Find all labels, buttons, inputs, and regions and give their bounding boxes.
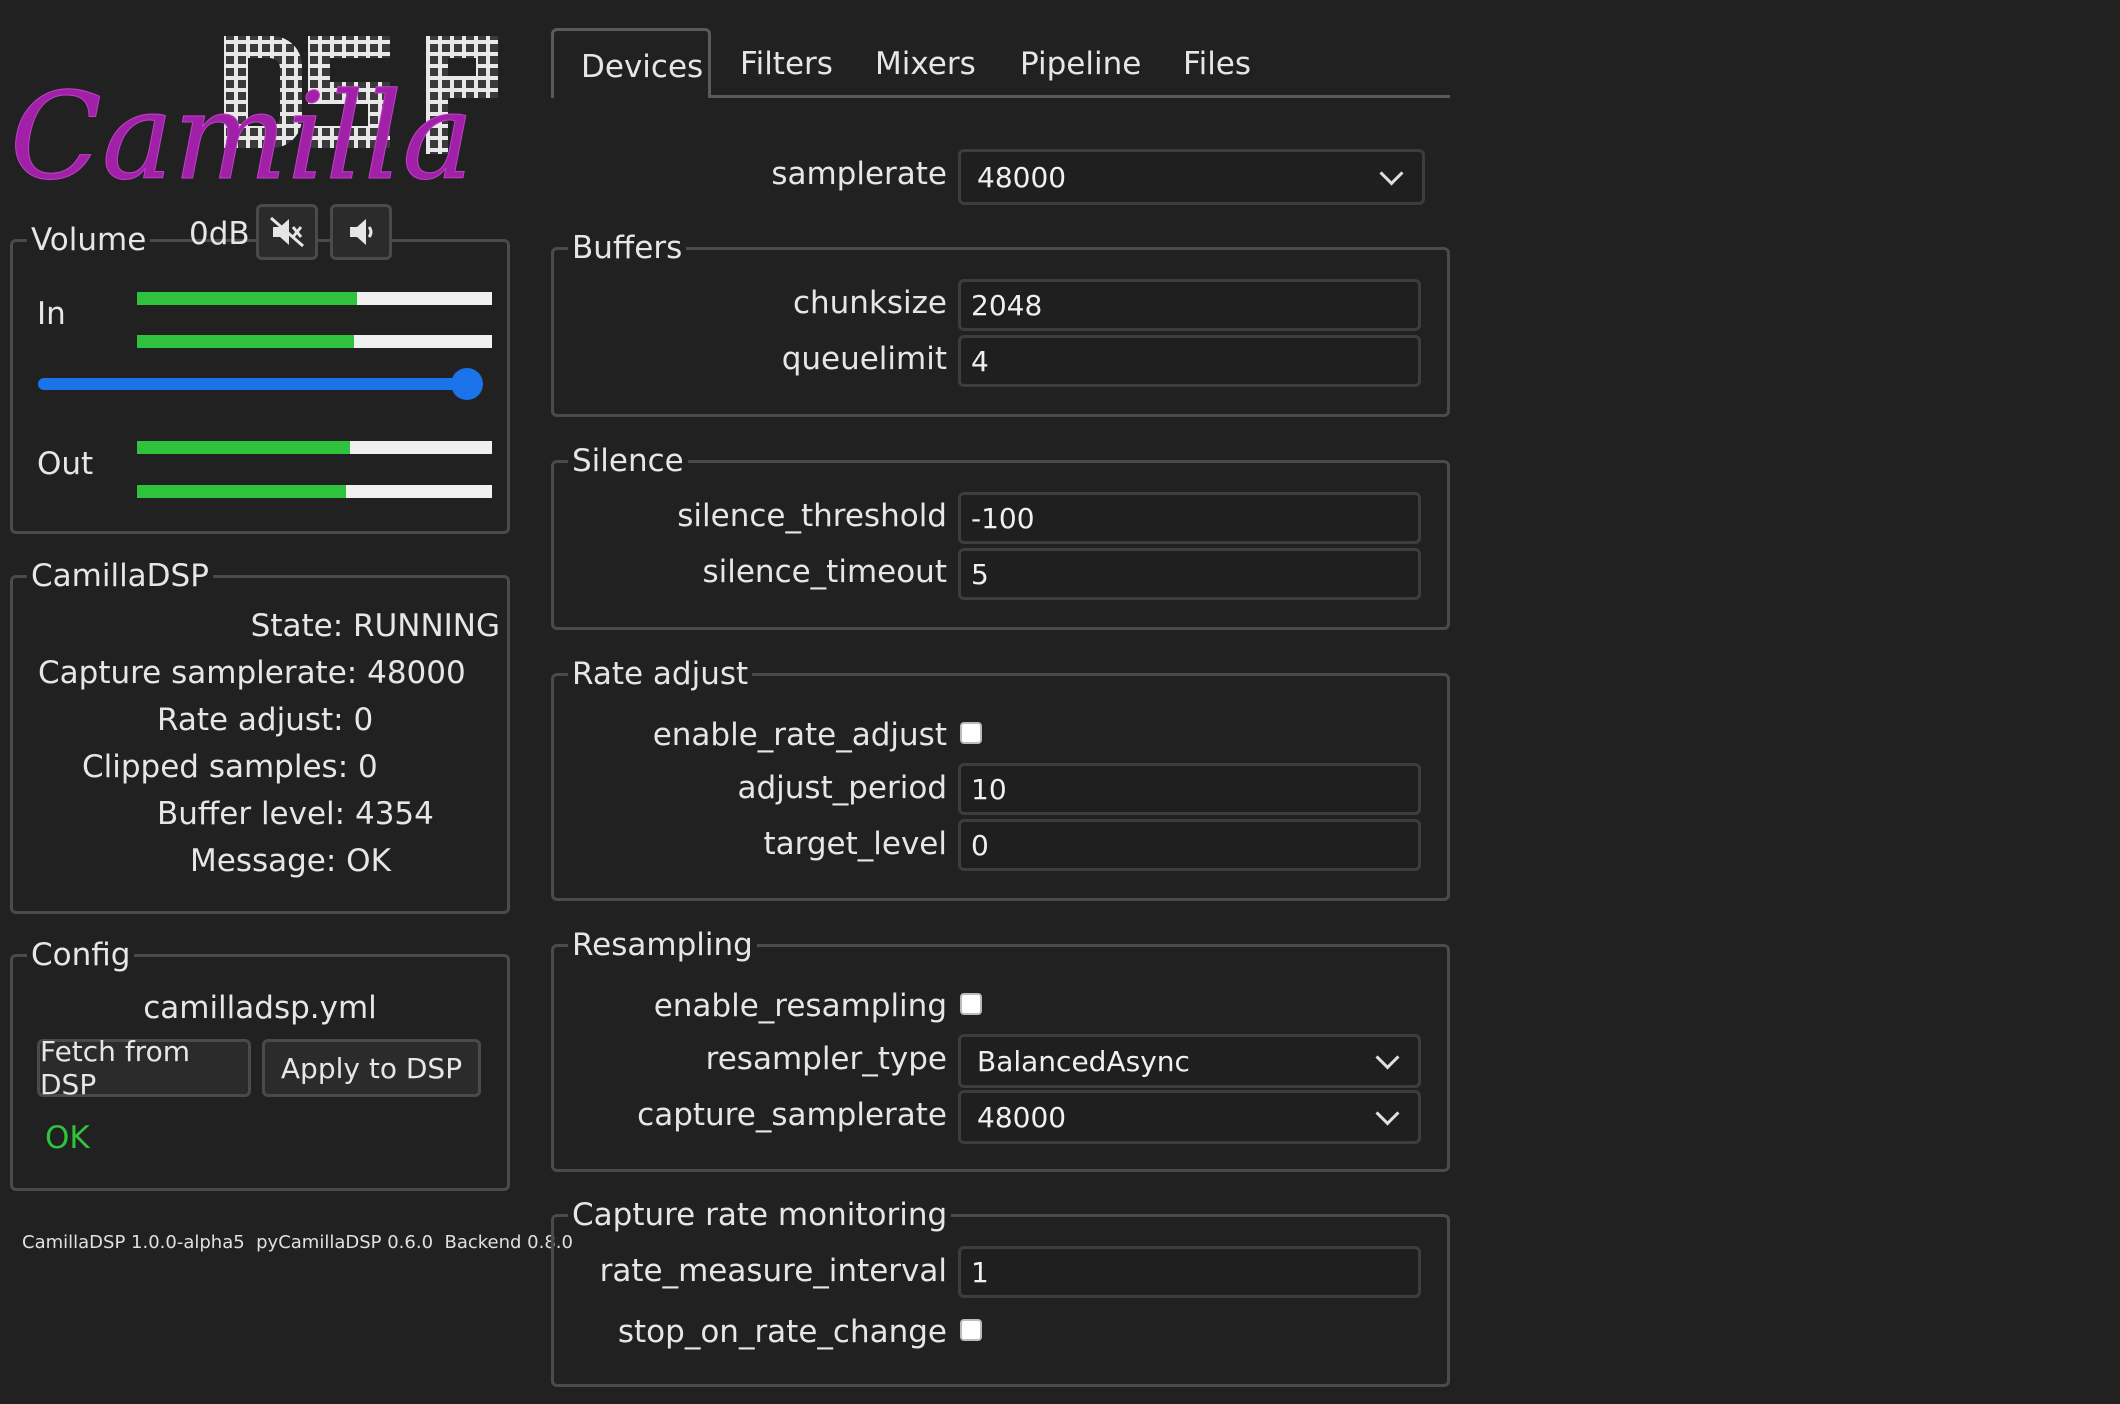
speaker-muted-icon	[270, 216, 304, 248]
config-title: Config	[31, 937, 131, 973]
status-row-state: State: RUNNING	[250, 608, 500, 644]
meter-fill	[137, 485, 347, 498]
enable-rate-adjust-label: enable_rate_adjust	[652, 717, 947, 753]
slider-thumb[interactable]	[450, 368, 483, 400]
stop-on-rate-change-checkbox[interactable]	[960, 1319, 982, 1341]
slider-track	[38, 378, 480, 390]
samplerate-select[interactable]: 48000	[958, 149, 1425, 205]
silence-threshold-label: silence_threshold	[677, 498, 947, 534]
logo-graphic: Camilla	[10, 36, 498, 208]
chevron-down-icon	[1379, 160, 1404, 186]
fetch-from-dsp-button[interactable]: Fetch from DSP	[37, 1035, 251, 1101]
target-level-input[interactable]	[958, 819, 1421, 871]
enable-rate-adjust-checkbox[interactable]	[960, 722, 982, 744]
samplerate-value: 48000	[977, 160, 1067, 194]
volume-title: Volume	[31, 222, 147, 258]
resampling-title: Resampling	[572, 927, 753, 963]
volume-slider[interactable]	[38, 368, 483, 400]
capture-samplerate-label: capture_samplerate	[637, 1097, 947, 1133]
enable-resampling-checkbox[interactable]	[960, 993, 982, 1015]
camilladsp-logo: Camilla	[8, 30, 513, 208]
samplerate-label: samplerate	[771, 156, 947, 192]
chevron-down-icon	[1375, 1100, 1400, 1126]
target-level-label: target_level	[763, 826, 947, 862]
in-meter-right	[137, 335, 492, 348]
config-filename: camilladsp.yml	[143, 990, 377, 1026]
mute-button[interactable]	[256, 204, 318, 260]
status-row-clipped: Clipped samples: 0	[82, 749, 378, 785]
speaker-icon	[350, 219, 373, 245]
chevron-down-icon	[1375, 1044, 1400, 1070]
capture-samplerate-select[interactable]: 48000	[958, 1090, 1421, 1144]
tab-devices[interactable]: Devices	[551, 28, 711, 98]
config-status: OK	[45, 1120, 90, 1156]
tab-filters[interactable]: Filters	[740, 46, 833, 82]
adjust-period-input[interactable]	[958, 763, 1421, 815]
stop-on-rate-change-label: stop_on_rate_change	[617, 1314, 947, 1350]
rate-measure-interval-input[interactable]	[958, 1246, 1421, 1298]
chunksize-input[interactable]	[958, 279, 1421, 331]
adjust-period-label: adjust_period	[737, 770, 948, 806]
resampler-type-select[interactable]: BalancedAsync	[958, 1034, 1421, 1088]
status-row-rate-adjust: Rate adjust: 0	[157, 702, 374, 738]
in-label: In	[37, 296, 66, 332]
tab-pipeline[interactable]: Pipeline	[1020, 46, 1141, 82]
queuelimit-label: queuelimit	[781, 341, 947, 377]
out-meter-right	[137, 485, 492, 498]
tab-mixers[interactable]: Mixers	[875, 46, 976, 82]
silence-timeout-input[interactable]	[958, 548, 1421, 600]
tab-devices-label: Devices	[581, 49, 704, 85]
status-row-message: Message: OK	[190, 843, 391, 879]
meter-fill	[137, 441, 350, 454]
out-label: Out	[37, 446, 94, 482]
rate-adjust-title: Rate adjust	[572, 656, 749, 692]
enable-resampling-label: enable_resampling	[653, 988, 947, 1024]
status-title: CamillaDSP	[31, 558, 209, 594]
resampler-type-label: resampler_type	[705, 1041, 947, 1077]
out-meter-left	[137, 441, 492, 454]
silence-title: Silence	[572, 443, 684, 479]
status-row-buffer: Buffer level: 4354	[157, 796, 434, 832]
silence-threshold-input[interactable]	[958, 492, 1421, 544]
tab-files[interactable]: Files	[1183, 46, 1251, 82]
version-info: CamillaDSP 1.0.0-alpha5 pyCamillaDSP 0.6…	[22, 1232, 573, 1253]
meter-fill	[137, 335, 354, 348]
capture-monitor-title: Capture rate monitoring	[572, 1197, 948, 1233]
buffers-title: Buffers	[572, 230, 683, 266]
resampler-type-value: BalancedAsync	[977, 1044, 1190, 1078]
in-meter-left	[137, 292, 492, 305]
queuelimit-input[interactable]	[958, 335, 1421, 387]
silence-timeout-label: silence_timeout	[702, 554, 947, 590]
unmute-button[interactable]	[330, 204, 392, 260]
meter-fill	[137, 292, 358, 305]
status-row-capture-samplerate: Capture samplerate: 48000	[38, 655, 466, 691]
apply-to-dsp-button[interactable]: Apply to DSP	[262, 1039, 481, 1097]
chunksize-label: chunksize	[792, 285, 947, 321]
volume-level: 0dB	[189, 216, 250, 252]
rate-measure-interval-label: rate_measure_interval	[599, 1253, 947, 1289]
logo-script-text: Camilla	[10, 68, 474, 190]
capture-samplerate-value: 48000	[977, 1100, 1067, 1134]
